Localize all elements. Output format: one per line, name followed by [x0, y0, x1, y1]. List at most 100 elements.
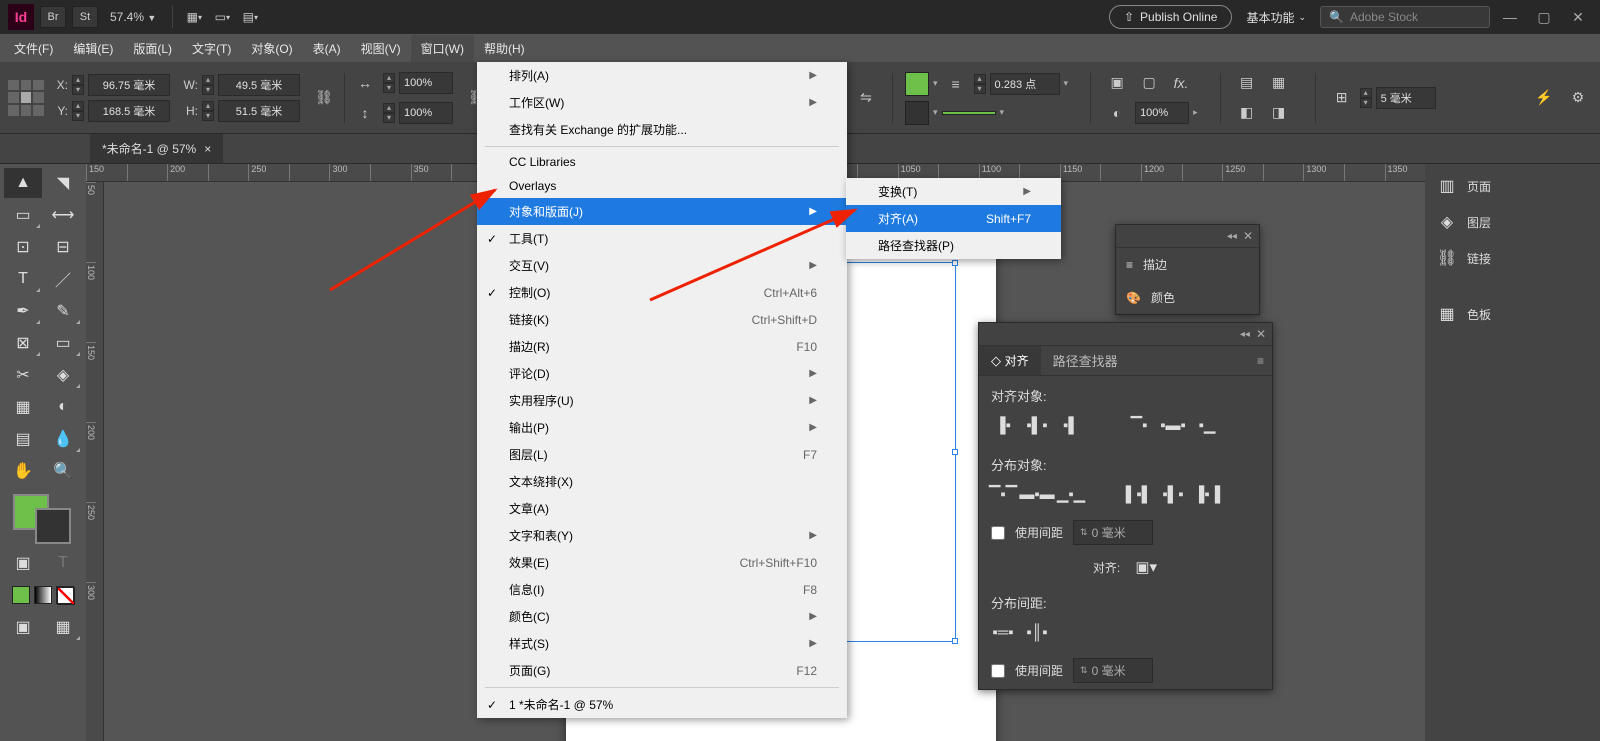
apply-color-row[interactable]	[12, 586, 74, 604]
dist-vcenter-icon[interactable]: ▬▪▬	[1025, 484, 1049, 504]
line-tool[interactable]: ／	[44, 264, 82, 294]
corner-icon[interactable]: ◧	[1233, 100, 1261, 126]
grid-icon[interactable]: ⊞	[1328, 85, 1356, 111]
dist-vspace-icon[interactable]: ▪═▪	[991, 622, 1015, 642]
note-tool[interactable]: ▤	[4, 424, 42, 454]
close-button[interactable]: ✕	[1564, 7, 1592, 27]
scale-y-icon[interactable]: ↕	[351, 100, 379, 126]
submenu-item[interactable]: 路径查找器(P)	[846, 232, 1061, 259]
direct-selection-tool[interactable]: ◥	[44, 168, 82, 198]
stock-button[interactable]: St	[72, 6, 98, 28]
use-spacing-checkbox-2[interactable]	[991, 664, 1005, 678]
gradient-swatch-tool[interactable]: ▦	[4, 392, 42, 422]
submenu-item[interactable]: 变换(T)▶	[846, 178, 1061, 205]
quick-apply-icon[interactable]: ⚡	[1530, 85, 1558, 111]
content-placer-tool[interactable]: ⊟	[44, 232, 82, 262]
align-to-selection-icon[interactable]: ▣▾	[1134, 557, 1158, 577]
dock-pages[interactable]: ▥页面	[1425, 168, 1600, 204]
w-input[interactable]: 49.5 毫米	[218, 74, 300, 96]
free-transform-tool[interactable]: ◈	[44, 360, 82, 390]
use-spacing-checkbox[interactable]	[991, 526, 1005, 540]
close-icon[interactable]: ✕	[1243, 229, 1253, 243]
align-tab[interactable]: ◇ 对齐	[979, 346, 1041, 375]
pathfinder-tab[interactable]: 路径查找器	[1041, 345, 1130, 376]
align-top-icon[interactable]: ▔▪	[1127, 415, 1151, 435]
dist-right-icon[interactable]: ▐▪▐	[1195, 484, 1219, 504]
menu-item[interactable]: 文章(A)	[477, 495, 847, 522]
menu-view[interactable]: 视图(V)	[351, 35, 411, 62]
zoom-level[interactable]: 57.4% ▼	[104, 10, 162, 24]
maximize-button[interactable]: ▢	[1530, 7, 1558, 27]
menu-object[interactable]: 对象(O)	[241, 35, 302, 62]
fill-stroke-swatch[interactable]	[13, 494, 73, 546]
gradient-feather-tool[interactable]: ◐	[44, 392, 82, 422]
dist-left-icon[interactable]: ▌▪▌	[1127, 484, 1151, 504]
bridge-button[interactable]: Br	[40, 6, 66, 28]
search-input[interactable]: 🔍 Adobe Stock	[1320, 6, 1490, 28]
panel-menu-icon[interactable]: ≡	[1249, 354, 1272, 368]
auto-fit-icon[interactable]: ▣	[1103, 70, 1131, 96]
pen-tool[interactable]: ✒	[4, 296, 42, 326]
type-tool[interactable]: T	[4, 264, 42, 294]
menu-edit[interactable]: 编辑(E)	[63, 35, 123, 62]
color-panel-item[interactable]: 🎨颜色	[1116, 281, 1259, 314]
menu-item[interactable]: 排列(A)▶	[477, 62, 847, 89]
align-right-icon[interactable]: ▪▌	[1059, 415, 1083, 435]
document-tab[interactable]: *未命名-1 @ 57% ×	[90, 134, 223, 163]
menu-item[interactable]: ✓工具(T)	[477, 225, 847, 252]
pencil-tool[interactable]: ✎	[44, 296, 82, 326]
menu-item[interactable]: ✓1 *未命名-1 @ 57%	[477, 691, 847, 718]
dock-layers[interactable]: ◈图层	[1425, 204, 1600, 240]
dock-swatches[interactable]: ▦色板	[1425, 296, 1600, 332]
menu-item[interactable]: 输出(P)▶	[477, 414, 847, 441]
view-options-icon[interactable]: ▦▾	[183, 6, 205, 28]
workspace-switcher[interactable]: 基本功能⌄	[1238, 5, 1314, 30]
reference-point[interactable]	[8, 80, 44, 116]
menu-item[interactable]: 效果(E)Ctrl+Shift+F10	[477, 549, 847, 576]
content-collector-tool[interactable]: ⊡	[4, 232, 42, 262]
scale-x-input[interactable]: 100%	[399, 72, 453, 94]
text-wrap-icon[interactable]: ▤	[1233, 70, 1261, 96]
publish-online-button[interactable]: ⇧ Publish Online	[1109, 5, 1232, 29]
menu-item[interactable]: 链接(K)Ctrl+Shift+D	[477, 306, 847, 333]
stroke-swatch[interactable]	[905, 101, 929, 125]
scissors-tool[interactable]: ✂	[4, 360, 42, 390]
menu-item[interactable]: Overlays	[477, 174, 847, 198]
menu-type[interactable]: 文字(T)	[182, 35, 241, 62]
arrange-docs-icon[interactable]: ▤▾	[239, 6, 261, 28]
close-icon[interactable]: ×	[204, 142, 211, 156]
menu-item[interactable]: 文字和表(Y)▶	[477, 522, 847, 549]
stroke-weight-input[interactable]: 0.283 点	[990, 73, 1060, 95]
menu-item[interactable]: 对象和版面(J)▶	[477, 198, 847, 225]
menu-item[interactable]: 交互(V)▶	[477, 252, 847, 279]
menu-item[interactable]: 信息(I)F8	[477, 576, 847, 603]
scale-y-input[interactable]: 100%	[399, 102, 453, 124]
dock-links[interactable]: ⛓链接	[1425, 240, 1600, 276]
menu-item[interactable]: 颜色(C)▶	[477, 603, 847, 630]
submenu-item[interactable]: 对齐(A)Shift+F7	[846, 205, 1061, 232]
spacing-input[interactable]: ⇅0 毫米	[1073, 520, 1153, 545]
menu-item[interactable]: 样式(S)▶	[477, 630, 847, 657]
menu-layout[interactable]: 版面(L)	[123, 35, 182, 62]
screen-mode-normal[interactable]: ▣	[4, 612, 42, 642]
x-input[interactable]: 96.75 毫米	[88, 74, 170, 96]
menu-item[interactable]: 工作区(W)▶	[477, 89, 847, 116]
text-wrap2-icon[interactable]: ▦	[1265, 70, 1293, 96]
fx-icon[interactable]: fx.	[1167, 70, 1195, 96]
menu-item[interactable]: 页面(G)F12	[477, 657, 847, 684]
menu-file[interactable]: 文件(F)	[4, 35, 63, 62]
collapse-icon[interactable]: ◂◂	[1240, 329, 1250, 340]
opacity-input[interactable]: 100%	[1135, 102, 1189, 124]
stroke-panel-item[interactable]: ≡描边	[1116, 248, 1259, 281]
menu-table[interactable]: 表(A)	[303, 35, 351, 62]
rectangle-tool[interactable]: ▭	[44, 328, 82, 358]
constrain-icon[interactable]: ⛓	[310, 85, 338, 111]
frame-fit-icon[interactable]: ▢	[1135, 70, 1163, 96]
eyedropper-tool[interactable]: 💧	[44, 424, 82, 454]
dist-hspace-icon[interactable]: ▪║▪	[1025, 622, 1049, 642]
menu-item[interactable]: 图层(L)F7	[477, 441, 847, 468]
spacing-input-2[interactable]: ⇅0 毫米	[1073, 658, 1153, 683]
dist-hcenter-icon[interactable]: ▪▌▪	[1161, 484, 1185, 504]
menu-item[interactable]: 文本绕排(X)	[477, 468, 847, 495]
menu-item[interactable]: 评论(D)▶	[477, 360, 847, 387]
